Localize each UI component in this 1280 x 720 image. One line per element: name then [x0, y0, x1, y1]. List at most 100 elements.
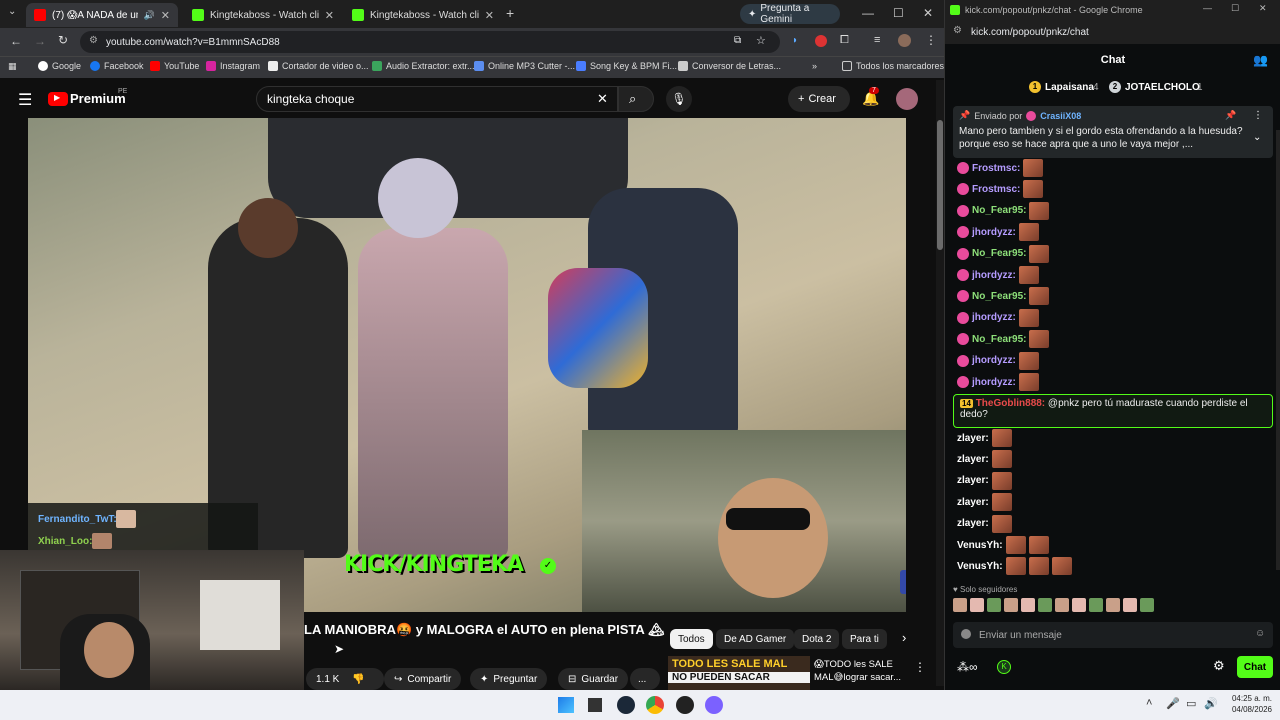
bookmark-audio-extractor[interactable]: Audio Extractor: extr... — [372, 61, 475, 71]
message-user[interactable]: zlayer: — [957, 433, 989, 444]
quick-emote-icon[interactable] — [1004, 598, 1018, 612]
network-icon[interactable]: ▭ — [1186, 697, 1196, 710]
message-user[interactable]: jhordyzz: — [972, 377, 1016, 388]
close-tab-icon[interactable]: ✕ — [325, 9, 334, 22]
media-controls-icon[interactable]: ≡ — [874, 34, 880, 46]
gemini-button[interactable]: ✦ Pregunta a Gemini — [740, 3, 840, 25]
recommended-menu-icon[interactable]: ⋮ — [914, 660, 926, 674]
obs-icon[interactable] — [676, 696, 694, 714]
like-count[interactable]: 1.1 K — [316, 674, 339, 685]
leader-name[interactable]: Lapaisana — [1045, 82, 1094, 93]
bookmarks-overflow[interactable]: » — [812, 61, 817, 71]
leader-name[interactable]: JOTAELCHOLO — [1125, 82, 1200, 93]
task-view-icon[interactable] — [588, 698, 602, 712]
dislike-icon[interactable]: 👎 — [352, 674, 364, 685]
bookmark-google[interactable]: Google — [38, 61, 81, 71]
maximize-icon[interactable]: ☐ — [1231, 3, 1239, 14]
bookmark-instagram[interactable]: Instagram — [206, 61, 260, 71]
quick-emote-icon[interactable] — [1089, 598, 1103, 612]
quick-emote-icon[interactable] — [1038, 598, 1052, 612]
create-button[interactable]: + Crear — [788, 86, 850, 112]
profile-avatar[interactable] — [898, 34, 911, 47]
forward-icon[interactable]: → — [34, 34, 46, 48]
send-chat-button[interactable]: Chat — [1237, 656, 1273, 678]
quick-emote-icon[interactable] — [1106, 598, 1120, 612]
kick-address-bar[interactable]: ⚙ kick.com/popout/pnkz/chat — [945, 20, 1280, 44]
message-user[interactable]: TheGoblin888: — [976, 398, 1045, 409]
volume-icon[interactable]: 🔊 — [1204, 697, 1218, 710]
message-user[interactable]: No_Fear95: — [972, 248, 1026, 259]
site-info-icon[interactable]: ⚙ — [953, 25, 962, 36]
back-icon[interactable]: ← — [10, 34, 22, 48]
discord-icon[interactable] — [705, 696, 723, 714]
menu-kebab-icon[interactable]: ⋮ — [925, 33, 937, 47]
scrollbar-thumb[interactable] — [937, 120, 943, 250]
unpin-icon[interactable]: 📌 — [1225, 110, 1236, 121]
bookmark-mp3-cutter[interactable]: Online MP3 Cutter -... — [474, 61, 575, 71]
site-info-icon[interactable]: ⚙ — [89, 35, 98, 46]
quick-emotes-icon[interactable]: ⁂∞ — [957, 660, 978, 674]
share-button[interactable]: ↪ Compartir — [384, 668, 462, 690]
message-user[interactable]: VenusYh: — [957, 540, 1003, 551]
search-button[interactable]: ⌕ — [618, 86, 654, 112]
chip-dota2[interactable]: Dota 2 — [794, 629, 840, 649]
tab-search-chevron-icon[interactable]: ⌄ — [8, 6, 16, 17]
close-tab-icon[interactable]: ✕ — [161, 9, 170, 22]
voice-search-icon[interactable]: 🎙 — [666, 86, 692, 112]
emoji-picker-icon[interactable]: ☺ — [1255, 628, 1265, 639]
message-user[interactable]: No_Fear95: — [972, 205, 1026, 216]
bookmark-star-icon[interactable]: ☆ — [756, 34, 766, 47]
quick-emote-icon[interactable] — [970, 598, 984, 612]
close-window-icon[interactable]: ✕ — [923, 6, 933, 20]
quick-emote-icon[interactable] — [1072, 598, 1086, 612]
reload-icon[interactable]: ↻ — [58, 33, 68, 47]
recommended-title[interactable]: 😱TODO les SALE MAL😅lograr sacar... — [814, 658, 910, 684]
speaker-icon[interactable]: 🔊 — [144, 10, 155, 21]
chip-ad-gamer[interactable]: De AD Gamer — [716, 629, 795, 649]
quick-emote-icon[interactable] — [1055, 598, 1069, 612]
minimize-icon[interactable]: — — [862, 6, 874, 20]
tab-kick-clips-1[interactable]: Kingtekaboss - Watch clips on K ✕ — [184, 3, 342, 27]
message-user[interactable]: Frostmsc: — [972, 163, 1020, 174]
message-user[interactable]: jhordyzz: — [972, 270, 1016, 281]
quick-emote-icon[interactable] — [1123, 598, 1137, 612]
message-user[interactable]: VenusYh: — [957, 561, 1003, 572]
tray-overflow-icon[interactable]: ˄ — [1146, 697, 1152, 709]
hamburger-menu-icon[interactable]: ☰ — [18, 90, 32, 110]
clear-search-icon[interactable]: ✕ — [597, 91, 608, 107]
user-settings-icon[interactable]: 👥 — [1253, 48, 1268, 72]
quick-emote-icon[interactable] — [1140, 598, 1154, 612]
account-avatar[interactable] — [896, 88, 918, 110]
chrome-icon[interactable] — [646, 696, 664, 714]
pinned-menu-icon[interactable]: ⋮ — [1253, 110, 1263, 121]
apps-grid-icon[interactable]: ▦ — [8, 61, 17, 72]
message-user[interactable]: Frostmsc: — [972, 184, 1020, 195]
tab-kick-clips-2[interactable]: Kingtekaboss - Watch clips on K ✕ — [344, 3, 502, 27]
bookmark-youtube[interactable]: YouTube — [150, 61, 199, 71]
chat-input[interactable]: Enviar un mensaje ☺ — [953, 622, 1273, 648]
new-tab-button[interactable]: + — [506, 5, 514, 21]
close-window-icon[interactable]: ✕ — [1259, 3, 1267, 14]
ask-button[interactable]: ✦ Preguntar — [470, 668, 548, 690]
message-user[interactable]: No_Fear95: — [972, 291, 1026, 302]
chip-todos[interactable]: Todos — [670, 629, 713, 649]
save-button[interactable]: ⊟ Guardar — [558, 668, 629, 690]
quick-emote-icon[interactable] — [953, 598, 967, 612]
tab-youtube[interactable]: (7) 😱A NADA de un 4CC1D 🔊 ✕ — [26, 3, 178, 27]
close-tab-icon[interactable]: ✕ — [485, 9, 494, 22]
page-scrollbar[interactable] — [936, 80, 944, 686]
microphone-icon[interactable]: 🎤 — [1166, 697, 1180, 710]
clock[interactable]: 04:25 a. m. 04/08/2026 — [1222, 693, 1272, 715]
message-user[interactable]: zlayer: — [957, 518, 989, 529]
message-user[interactable]: zlayer: — [957, 454, 989, 465]
maximize-icon[interactable]: ☐ — [893, 6, 904, 20]
recommended-thumbnail[interactable]: TODO LES SALE MAL NO PUEDEN SACAR — [668, 656, 810, 690]
all-bookmarks[interactable]: Todos los marcadores — [842, 61, 944, 71]
chips-next-chevron-icon[interactable]: › — [902, 630, 906, 645]
extension-red-icon[interactable] — [815, 35, 827, 47]
search-input[interactable]: kingteka choque ✕ — [256, 86, 618, 112]
bookmark-cortador[interactable]: Cortador de video o... — [268, 61, 369, 71]
chip-para-ti[interactable]: Para ti — [842, 629, 887, 649]
pinned-author[interactable]: CrasiiX08 — [1040, 111, 1081, 121]
steam-icon[interactable] — [617, 696, 635, 714]
